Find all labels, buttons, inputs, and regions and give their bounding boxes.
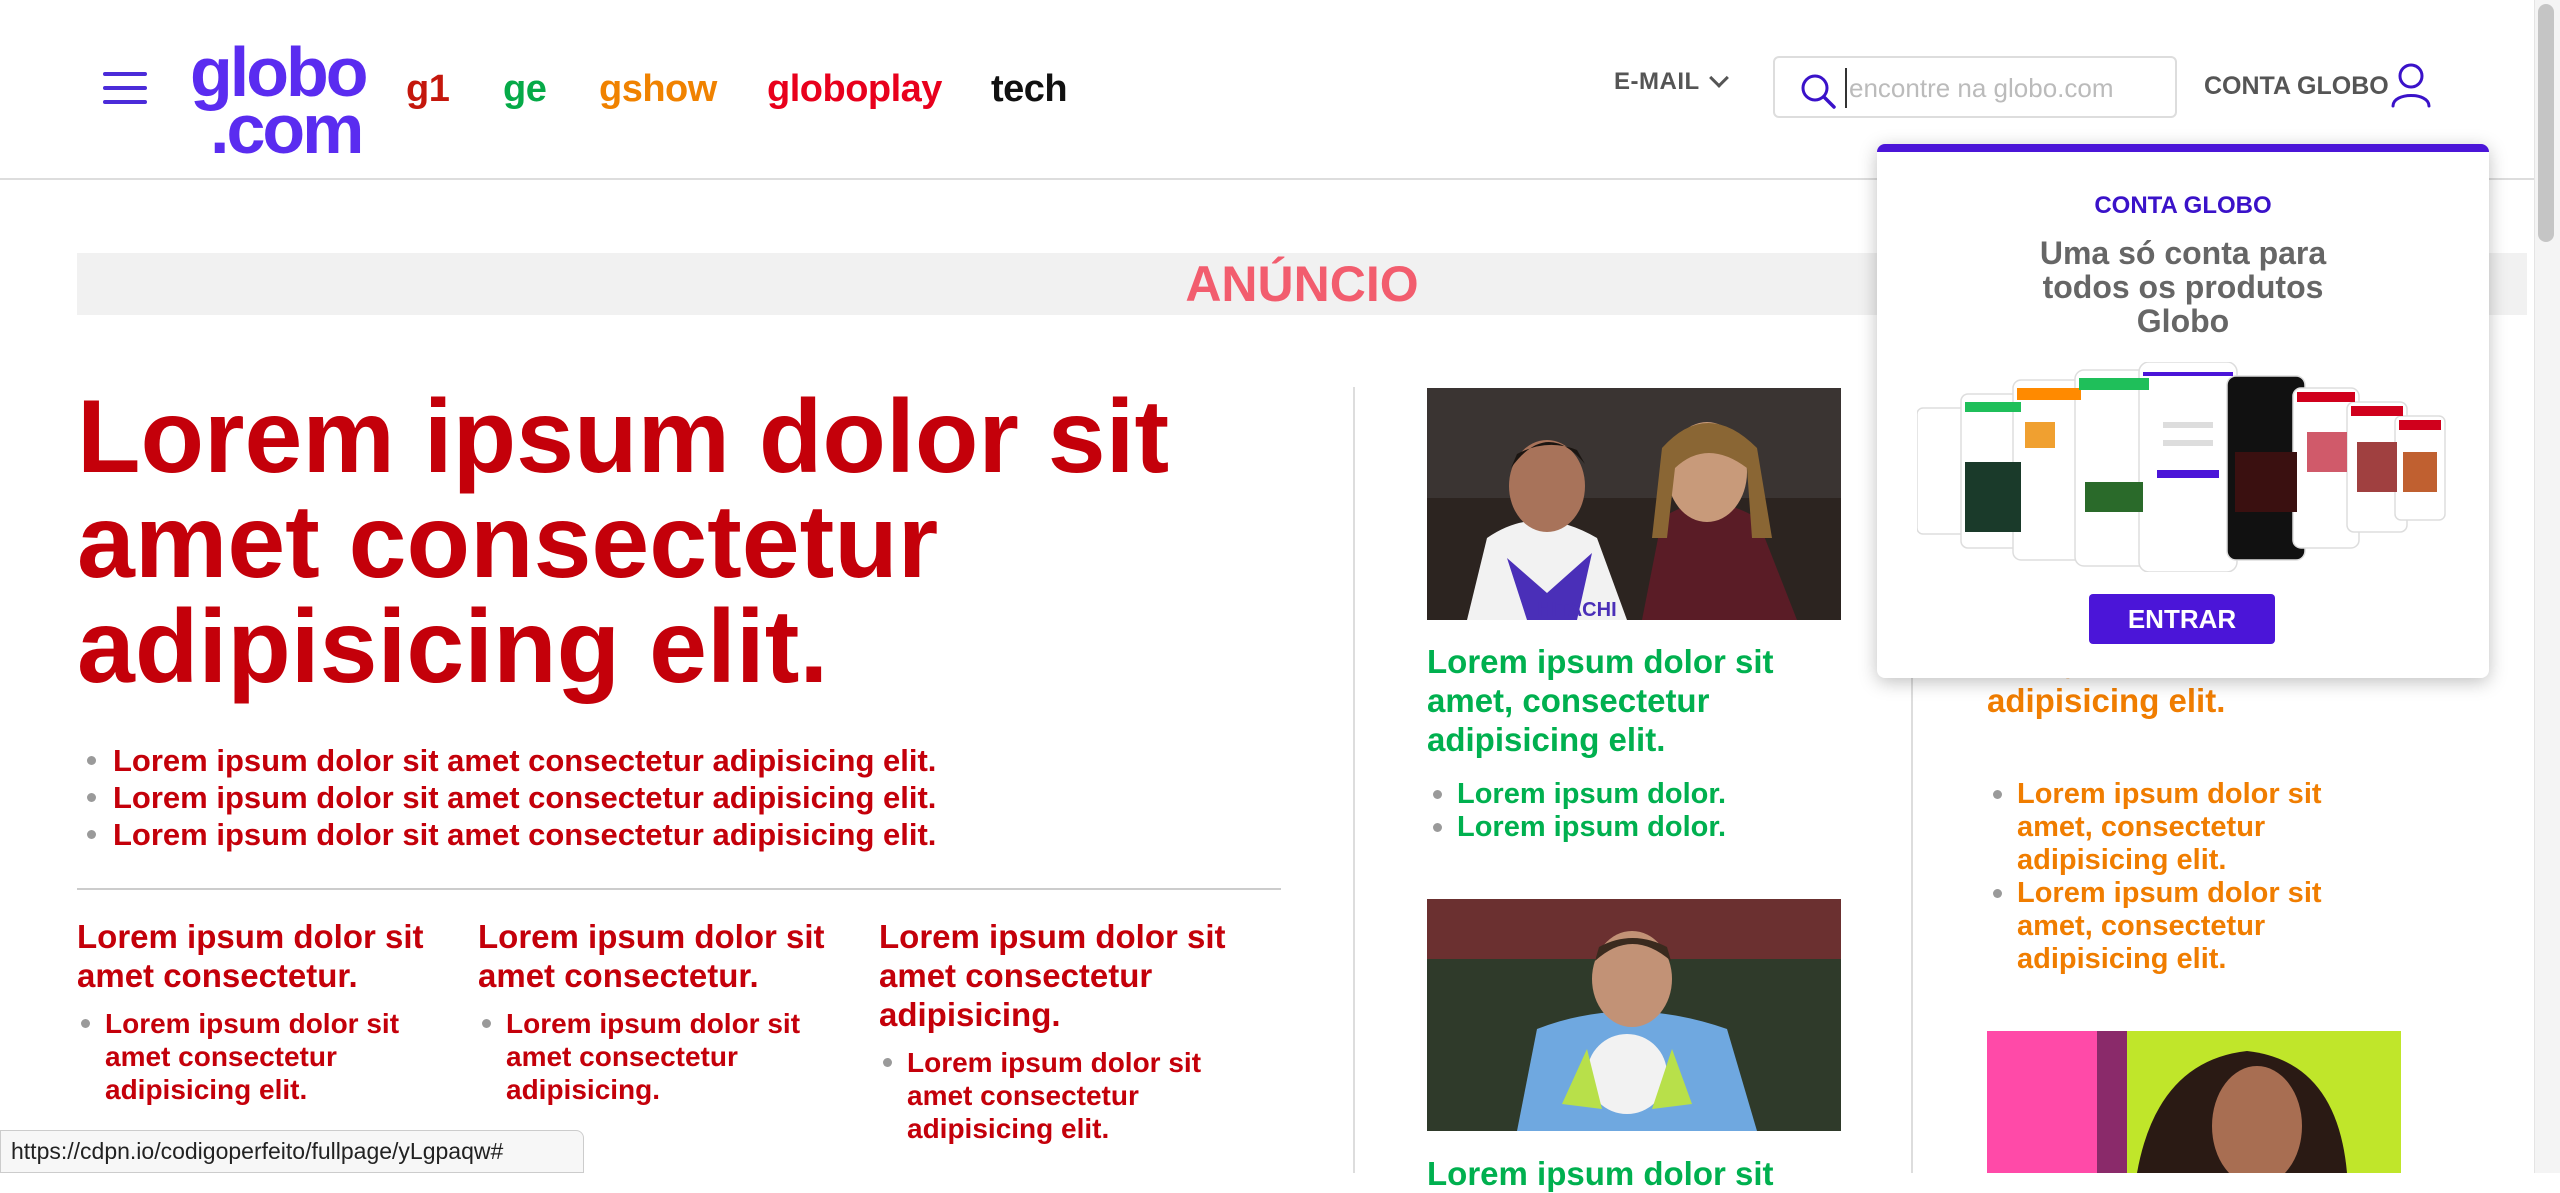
phones-illustration xyxy=(1917,362,2446,572)
sub-story-1: Lorem ipsum dolor sit amet consectetur. … xyxy=(77,917,447,1106)
divider xyxy=(77,888,1281,890)
sub-story-title[interactable]: Lorem ipsum dolor sit amet consectetur. xyxy=(478,917,848,995)
search-input[interactable] xyxy=(1845,68,2165,108)
sub-story-2: Lorem ipsum dolor sit amet consectetur. … xyxy=(478,917,848,1106)
sub-story-bullets: Lorem ipsum dolor sit amet consectetur a… xyxy=(879,1046,1249,1145)
story-bullets: Lorem ipsum dolor. Lorem ipsum dolor. xyxy=(1427,778,1726,844)
email-label: E-MAIL xyxy=(1614,68,1700,95)
list-item[interactable]: Lorem ipsum dolor sit amet consectetur a… xyxy=(879,1046,1249,1145)
sub-story-bullets: Lorem ipsum dolor sit amet consectetur a… xyxy=(478,1007,848,1106)
login-button[interactable]: ENTRAR xyxy=(2089,594,2275,644)
list-item[interactable]: Lorem ipsum dolor. xyxy=(1427,778,1726,811)
reality-show-photo[interactable] xyxy=(1987,1031,2401,1173)
list-item[interactable]: Lorem ipsum dolor sit amet, consectetur … xyxy=(1987,877,2387,976)
column-divider xyxy=(1353,387,1355,1173)
main-headline[interactable]: Lorem ipsum dolor sit amet consectetur a… xyxy=(77,385,1297,700)
list-item[interactable]: Lorem ipsum dolor sit amet, consectetur … xyxy=(1987,778,2387,877)
account-link-label[interactable]: CONTA GLOBO xyxy=(2204,72,2389,101)
football-players-photo[interactable]: HITACHI xyxy=(1427,388,1841,620)
nav-link-ge[interactable]: ge xyxy=(503,68,547,111)
nav-link-globoplay[interactable]: globoplay xyxy=(767,68,942,111)
svg-text:HITACHI: HITACHI xyxy=(1537,599,1617,620)
story-title[interactable]: Lorem ipsum dolor sit amet, consectetur … xyxy=(1427,642,1847,759)
sub-story-title[interactable]: Lorem ipsum dolor sit amet consectetur a… xyxy=(879,917,1249,1034)
sub-story-bullets: Lorem ipsum dolor sit amet consectetur a… xyxy=(77,1007,447,1106)
nav-link-gshow[interactable]: gshow xyxy=(599,68,717,111)
list-item[interactable]: Lorem ipsum dolor sit amet consectetur a… xyxy=(77,742,1277,779)
list-item[interactable]: Lorem ipsum dolor sit amet consectetur a… xyxy=(77,779,1277,816)
account-popup: CONTA GLOBO Uma só conta para todos os p… xyxy=(1877,144,2489,678)
globo-logo[interactable]: globo .com xyxy=(190,37,368,165)
list-item[interactable]: Lorem ipsum dolor. xyxy=(1427,811,1726,844)
nav-link-g1[interactable]: g1 xyxy=(406,68,450,111)
popup-label: CONTA GLOBO xyxy=(2094,192,2272,219)
main-bullet-list: Lorem ipsum dolor sit amet consectetur a… xyxy=(77,742,1277,853)
story-bullets: Lorem ipsum dolor sit amet, consectetur … xyxy=(1987,778,2387,976)
list-item[interactable]: Lorem ipsum dolor sit amet consectetur a… xyxy=(77,816,1277,853)
sub-story-3: Lorem ipsum dolor sit amet consectetur a… xyxy=(879,917,1249,1145)
user-icon[interactable] xyxy=(2390,62,2432,108)
logo-line-2: .com xyxy=(210,90,364,169)
list-item[interactable]: Lorem ipsum dolor sit amet consectetur a… xyxy=(77,1007,447,1106)
chevron-down-icon xyxy=(1708,68,1729,88)
story-title[interactable]: Lorem ipsum dolor sit xyxy=(1427,1154,1847,1193)
nav-link-tech[interactable]: tech xyxy=(991,68,1068,111)
hamburger-menu-icon[interactable] xyxy=(103,72,147,106)
scrollbar-thumb[interactable] xyxy=(2538,4,2554,242)
status-bar-url: https://cdpn.io/codigoperfeito/fullpage/… xyxy=(0,1130,584,1173)
search-box[interactable] xyxy=(1773,56,2177,118)
email-dropdown[interactable]: E-MAIL xyxy=(1614,68,1729,96)
search-icon[interactable] xyxy=(1799,72,1837,110)
sub-story-title[interactable]: Lorem ipsum dolor sit amet consectetur. xyxy=(77,917,447,995)
list-item[interactable]: Lorem ipsum dolor sit amet consectetur a… xyxy=(478,1007,848,1106)
goalkeeper-photo[interactable] xyxy=(1427,899,1841,1131)
popup-text: Uma só conta para todos os produtos Glob… xyxy=(2039,235,2327,339)
